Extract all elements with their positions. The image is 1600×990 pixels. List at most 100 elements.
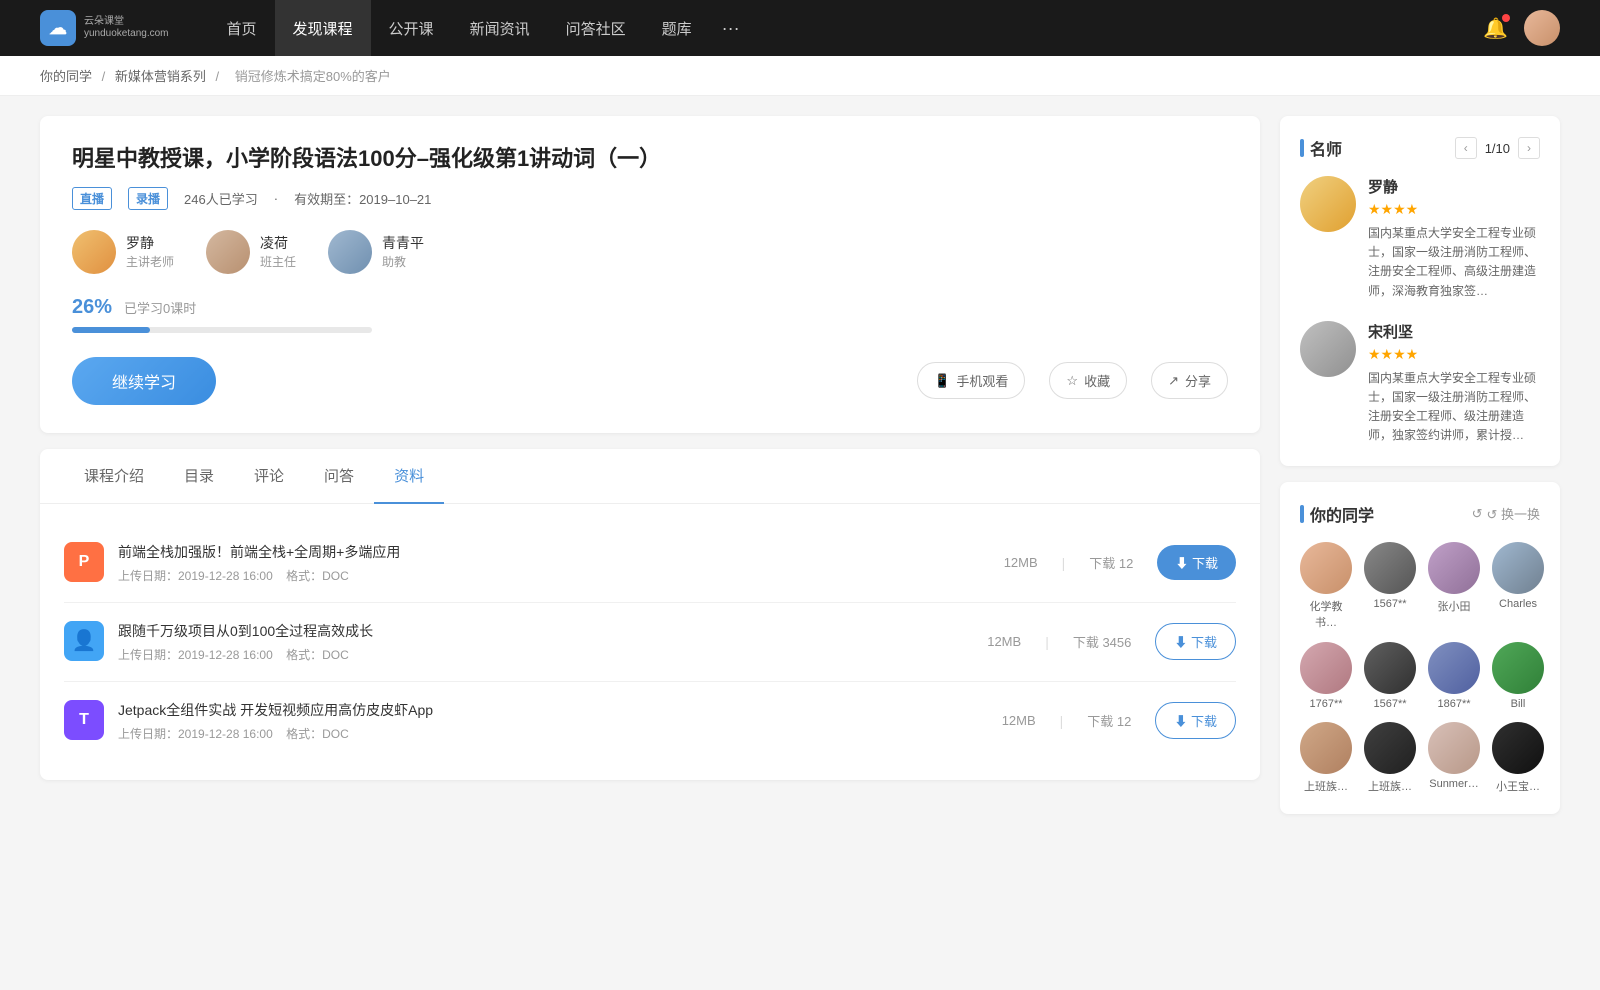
classmate-3-avatar	[1428, 542, 1480, 594]
sidebar-teacher-1-stars: ★★★★	[1368, 201, 1540, 218]
star-icon: ☆	[1066, 373, 1078, 389]
classmate-12-name: 小王宝…	[1496, 778, 1540, 794]
sidebar-teacher-1-info: 罗静 ★★★★ 国内某重点大学安全工程专业硕士，国家一级注册消防工程师、注册安全…	[1368, 176, 1540, 301]
file-1-title: 前端全栈加强版！前端全栈+全周期+多端应用	[118, 542, 400, 562]
nav-item-discover[interactable]: 发现课程	[275, 0, 371, 56]
nav-item-home[interactable]: 首页	[209, 0, 275, 56]
main-layout: 明星中教授课，小学阶段语法100分–强化级第1讲动词（一） 直播 录播 246人…	[0, 96, 1600, 850]
tab-resources[interactable]: 资料	[374, 449, 444, 504]
teacher-page: 1/10	[1485, 141, 1510, 156]
tab-catalog[interactable]: 目录	[164, 449, 234, 504]
badge-live: 直播	[72, 187, 112, 210]
file-3-icon: T	[64, 700, 104, 740]
nav-item-public[interactable]: 公开课	[371, 0, 452, 56]
course-separator: ·	[274, 191, 278, 206]
file-2-left: 👤 跟随千万级项目从0到100全过程高效成长 上传日期：2019-12-28 1…	[64, 621, 373, 663]
file-1-meta: 上传日期：2019-12-28 16:00 格式：DOC	[118, 567, 400, 584]
file-1-download-button[interactable]: ⬇ 下载	[1157, 545, 1236, 580]
user-avatar[interactable]	[1524, 10, 1560, 46]
sidebar-teachers-title: 名师 ‹ 1/10 ›	[1300, 136, 1540, 160]
nav-item-qa[interactable]: 问答社区	[548, 0, 644, 56]
classmate-8[interactable]: Bill	[1492, 642, 1544, 710]
classmate-5-avatar	[1300, 642, 1352, 694]
classmate-9-avatar	[1300, 722, 1352, 774]
breadcrumb-current: 销冠修炼术搞定80%的客户	[235, 69, 391, 84]
sidebar-teachers-card: 名师 ‹ 1/10 › 罗静 ★★★★ 国内某重点大学安全工程专业硕士，国家一级…	[1280, 116, 1560, 466]
classmate-5[interactable]: 1767**	[1300, 642, 1352, 710]
classmate-12[interactable]: 小王宝…	[1492, 722, 1544, 794]
file-2-meta: 上传日期：2019-12-28 16:00 格式：DOC	[118, 646, 373, 663]
course-students: 246人已学习	[184, 189, 258, 208]
sidebar-teachers-nav: ‹ 1/10 ›	[1455, 137, 1540, 159]
classmate-1-name: 化学教书…	[1300, 598, 1352, 630]
favorite-button[interactable]: ☆ 收藏	[1049, 362, 1127, 399]
logo[interactable]: ☁ 云朵课堂 yunduoketang.com	[40, 10, 169, 46]
teacher-3-role: 助教	[382, 253, 424, 270]
tab-reviews[interactable]: 评论	[234, 449, 304, 504]
classmate-9-name: 上班族…	[1304, 778, 1348, 794]
progress-bar-fill	[72, 327, 150, 333]
file-3-info: Jetpack全组件实战 开发短视频应用高仿皮皮虾App 上传日期：2019-1…	[118, 700, 433, 742]
teachers-list: 罗静 主讲老师 凌荷 班主任 青青平 助教	[72, 230, 1228, 274]
prev-teacher-button[interactable]: ‹	[1455, 137, 1477, 159]
classmate-10[interactable]: 上班族…	[1364, 722, 1416, 794]
nav-item-exam[interactable]: 题库	[644, 0, 710, 56]
nav: 首页 发现课程 公开课 新闻资讯 问答社区 题库 ···	[209, 0, 752, 56]
breadcrumb-link-series[interactable]: 新媒体营销系列	[115, 69, 206, 84]
nav-item-news[interactable]: 新闻资讯	[452, 0, 548, 56]
badge-record: 录播	[128, 187, 168, 210]
next-teacher-button[interactable]: ›	[1518, 137, 1540, 159]
file-2-title: 跟随千万级项目从0到100全过程高效成长	[118, 621, 373, 641]
classmates-title: 你的同学	[1300, 502, 1374, 526]
classmate-11[interactable]: Sunmer…	[1428, 722, 1480, 794]
classmate-6[interactable]: 1567**	[1364, 642, 1416, 710]
file-3-downloads: 下载 12	[1087, 711, 1131, 730]
file-3-size: 12MB	[1002, 713, 1036, 728]
tab-intro[interactable]: 课程介绍	[64, 449, 164, 504]
file-1-right: 12MB | 下载 12 ⬇ 下载	[1004, 545, 1236, 580]
sidebar-teacher-2-avatar	[1300, 321, 1356, 377]
sidebar-teacher-2-info: 宋利坚 ★★★★ 国内某重点大学安全工程专业硕士，国家一级注册消防工程师、注册安…	[1368, 321, 1540, 446]
teacher-2-info: 凌荷 班主任	[260, 233, 296, 270]
classmate-6-name: 1567**	[1373, 698, 1406, 710]
teacher-3-avatar	[328, 230, 372, 274]
bell-icon[interactable]: 🔔	[1483, 16, 1508, 41]
sidebar-teacher-1-desc: 国内某重点大学安全工程专业硕士，国家一级注册消防工程师、注册安全工程师、高级注册…	[1368, 224, 1540, 301]
tab-qa[interactable]: 问答	[304, 449, 374, 504]
file-item-1: P 前端全栈加强版！前端全栈+全周期+多端应用 上传日期：2019-12-28 …	[64, 524, 1236, 603]
continue-button[interactable]: 继续学习	[72, 357, 216, 405]
classmate-8-avatar	[1492, 642, 1544, 694]
file-1-size: 12MB	[1004, 555, 1038, 570]
classmates-header: 你的同学 ↺ ↺ 换一换	[1300, 502, 1540, 526]
progress-header: 26% 已学习0课时	[72, 296, 1228, 319]
classmate-2-name: 1567**	[1373, 598, 1406, 610]
mobile-watch-button[interactable]: 📱 手机观看	[917, 362, 1025, 399]
file-2-right: 12MB | 下载 3456 ⬇ 下载	[987, 623, 1236, 660]
classmate-2[interactable]: 1567**	[1364, 542, 1416, 630]
classmate-4[interactable]: Charles	[1492, 542, 1544, 630]
classmate-4-name: Charles	[1499, 598, 1537, 610]
content-right: 名师 ‹ 1/10 › 罗静 ★★★★ 国内某重点大学安全工程专业硕士，国家一级…	[1280, 116, 1560, 830]
file-2-download-button[interactable]: ⬇ 下载	[1155, 623, 1236, 660]
classmate-4-avatar	[1492, 542, 1544, 594]
file-2-downloads: 下载 3456	[1073, 632, 1132, 651]
mobile-icon: 📱	[934, 373, 950, 389]
sidebar-teacher-2: 宋利坚 ★★★★ 国内某重点大学安全工程专业硕士，国家一级注册消防工程师、注册安…	[1300, 321, 1540, 446]
notification-dot	[1502, 14, 1510, 22]
breadcrumb-link-discover[interactable]: 你的同学	[40, 69, 92, 84]
course-title: 明星中教授课，小学阶段语法100分–强化级第1讲动词（一）	[72, 144, 1228, 175]
share-button[interactable]: ↗ 分享	[1151, 362, 1228, 399]
classmate-9[interactable]: 上班族…	[1300, 722, 1352, 794]
classmate-3[interactable]: 张小田	[1428, 542, 1480, 630]
refresh-classmates-button[interactable]: ↺ ↺ 换一换	[1472, 504, 1540, 523]
file-item-3: T Jetpack全组件实战 开发短视频应用高仿皮皮虾App 上传日期：2019…	[64, 682, 1236, 760]
sidebar-teacher-2-desc: 国内某重点大学安全工程专业硕士，国家一级注册消防工程师、注册安全工程师、级注册建…	[1368, 369, 1540, 446]
classmates-grid: 化学教书… 1567** 张小田 Charles 1767**	[1300, 542, 1540, 794]
classmate-7[interactable]: 1867**	[1428, 642, 1480, 710]
classmate-1[interactable]: 化学教书…	[1300, 542, 1352, 630]
course-actions: 继续学习 📱 手机观看 ☆ 收藏 ↗ 分享	[72, 357, 1228, 405]
file-3-download-button[interactable]: ⬇ 下载	[1155, 702, 1236, 739]
nav-item-more[interactable]: ···	[710, 0, 752, 56]
classmate-8-name: Bill	[1511, 698, 1526, 710]
classmate-1-avatar	[1300, 542, 1352, 594]
